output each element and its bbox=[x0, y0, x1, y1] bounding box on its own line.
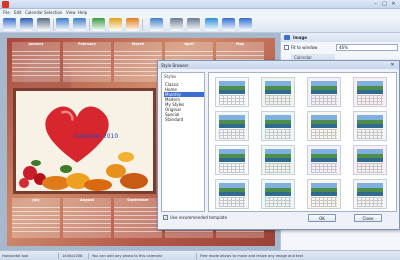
close-button[interactable]: Close bbox=[354, 214, 382, 222]
ok-button[interactable]: OK bbox=[308, 214, 336, 222]
status-hint-left: You can add any photo to this calendar bbox=[92, 254, 163, 258]
template-thumbnail[interactable] bbox=[261, 77, 295, 107]
print-icon[interactable] bbox=[37, 18, 50, 31]
maximize-button[interactable]: □ bbox=[380, 1, 389, 8]
status-hint-right: Free mode allows to move and resize any … bbox=[200, 254, 304, 258]
title-bar: – □ ✕ bbox=[0, 0, 400, 9]
new-icon[interactable] bbox=[3, 18, 16, 31]
app-icon bbox=[2, 1, 9, 8]
recommended-template-label: Use recommended template bbox=[170, 215, 228, 220]
menu-help[interactable]: Help bbox=[78, 10, 87, 15]
status-separator bbox=[88, 253, 89, 259]
template-thumbnail[interactable] bbox=[353, 77, 387, 107]
template-thumbnail[interactable] bbox=[307, 111, 341, 141]
recommended-template-checkbox[interactable]: ✓ bbox=[163, 215, 168, 220]
zoom-icon[interactable] bbox=[205, 18, 218, 31]
dialog-title-bar: Style Browser ✕ bbox=[158, 61, 399, 69]
template-thumbnail[interactable] bbox=[261, 111, 295, 141]
template-thumbnail[interactable] bbox=[307, 145, 341, 175]
help-icon[interactable] bbox=[222, 18, 235, 31]
styles-list[interactable]: Styles Classic Home Monthly Modern My St… bbox=[161, 72, 205, 212]
layout-icon[interactable] bbox=[150, 18, 163, 31]
template-thumbnail[interactable] bbox=[307, 77, 341, 107]
save-icon[interactable] bbox=[20, 18, 33, 31]
template-thumbnail[interactable] bbox=[353, 145, 387, 175]
zoom-select[interactable]: 46% bbox=[336, 44, 398, 51]
style-item-standard[interactable]: Standard bbox=[164, 117, 204, 122]
toolbar-separator bbox=[142, 19, 143, 30]
template-thumbnail[interactable] bbox=[353, 111, 387, 141]
move-icon[interactable] bbox=[187, 18, 200, 31]
menu-view[interactable]: View bbox=[66, 10, 76, 15]
photo-caption: Calendar 2010 bbox=[74, 133, 119, 140]
status-mode: Horizontal tool bbox=[2, 254, 29, 258]
status-separator bbox=[196, 253, 197, 259]
toolbar-separator bbox=[89, 19, 90, 30]
image-icon bbox=[284, 35, 290, 40]
status-bar: Horizontal tool 1440x1008 You can add an… bbox=[0, 250, 400, 260]
menu-selection[interactable]: Selection bbox=[44, 10, 62, 15]
panel-header: Image bbox=[281, 33, 400, 42]
undo-icon[interactable] bbox=[56, 18, 69, 31]
menu-bar: File Edit Calendar Selection View Help bbox=[0, 9, 400, 16]
status-separator bbox=[58, 253, 59, 259]
redo-icon[interactable] bbox=[73, 18, 86, 31]
close-icon[interactable]: ✕ bbox=[388, 61, 397, 69]
fit-to-window-checkbox[interactable] bbox=[284, 45, 289, 50]
style-browser-dialog: Style Browser ✕ Styles Classic Home Mont… bbox=[157, 60, 400, 230]
autumn-leaves-image bbox=[19, 152, 148, 191]
status-size: 1440x1008 bbox=[62, 254, 83, 258]
template-thumbnail[interactable] bbox=[215, 77, 249, 107]
month-block: July bbox=[12, 198, 60, 238]
template-thumbnail[interactable] bbox=[215, 145, 249, 175]
template-thumbnail[interactable] bbox=[261, 145, 295, 175]
menu-file[interactable]: File bbox=[3, 10, 10, 15]
close-button[interactable]: ✕ bbox=[389, 1, 398, 8]
minimize-button[interactable]: – bbox=[371, 1, 380, 8]
template-thumbnail[interactable] bbox=[215, 111, 249, 141]
about-icon[interactable] bbox=[239, 18, 252, 31]
menu-edit[interactable]: Edit bbox=[14, 10, 22, 15]
month-block: August bbox=[63, 198, 111, 238]
template-thumbnail[interactable] bbox=[261, 179, 295, 209]
styles-header: Styles bbox=[164, 74, 177, 79]
shape-icon[interactable] bbox=[126, 18, 139, 31]
calendar-photo[interactable]: Calendar 2010 bbox=[13, 88, 156, 194]
panel-title: Image bbox=[293, 35, 307, 40]
fit-to-window-label: Fit to window bbox=[291, 45, 318, 50]
month-block: February bbox=[63, 42, 111, 82]
dialog-title: Style Browser bbox=[161, 62, 189, 68]
grid-icon[interactable] bbox=[170, 18, 183, 31]
month-block: March bbox=[114, 42, 162, 82]
template-thumbnail[interactable] bbox=[307, 179, 341, 209]
menu-calendar[interactable]: Calendar bbox=[25, 10, 43, 15]
month-block: January bbox=[12, 42, 60, 82]
image-icon[interactable] bbox=[92, 18, 105, 31]
toolbar bbox=[0, 16, 400, 33]
month-block: September bbox=[114, 198, 162, 238]
template-thumbnail[interactable] bbox=[353, 179, 387, 209]
text-icon[interactable] bbox=[109, 18, 122, 31]
toolbar-separator bbox=[53, 19, 54, 30]
template-thumbnail[interactable] bbox=[215, 179, 249, 209]
template-thumbnails[interactable] bbox=[208, 72, 397, 212]
